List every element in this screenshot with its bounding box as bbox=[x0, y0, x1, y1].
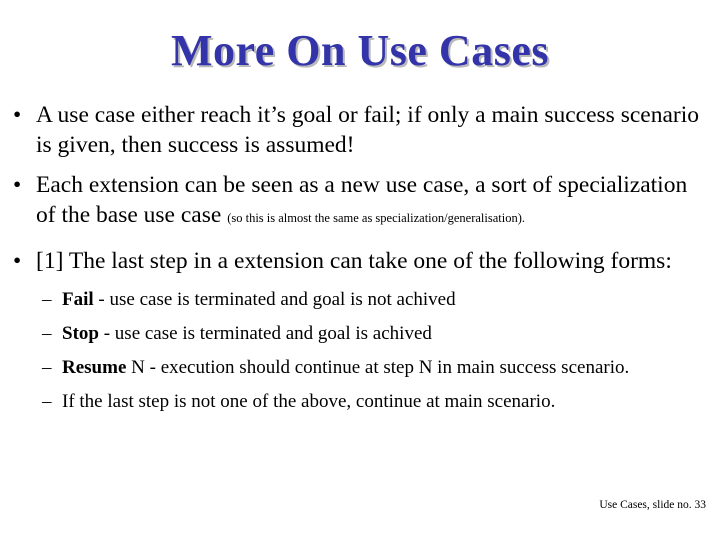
sub-bullet-text: - use case is terminated and goal is ach… bbox=[98, 323, 432, 344]
en-dash-icon: – bbox=[42, 357, 52, 378]
en-dash-icon: – bbox=[42, 323, 52, 344]
slide-title-area: More On Use Cases bbox=[0, 26, 720, 76]
bullet-note-text: (so this is almost the same as specializ… bbox=[227, 211, 526, 225]
sub-bullet-text: If the last step is not one of the above… bbox=[62, 391, 556, 412]
sub-bullet-item: – Stop - use case is terminated and goal… bbox=[0, 322, 720, 346]
sub-bullet-text: N - execution should continue at step N … bbox=[126, 357, 630, 378]
sub-bullet-keyword: Stop bbox=[62, 323, 99, 344]
slide-number-label: Use Cases, slide no. 33 bbox=[599, 499, 706, 511]
bullet-dot-icon: • bbox=[13, 102, 22, 128]
slide-footer: Use Cases, slide no. 33 bbox=[0, 498, 706, 512]
sub-bullet-item: – Resume N - execution should continue a… bbox=[0, 356, 720, 380]
bullet-text: [1] The last step in a extension can tak… bbox=[36, 248, 672, 274]
sub-bullet-keyword: Resume bbox=[62, 357, 127, 378]
sub-bullet-list: – Fail - use case is terminated and goal… bbox=[0, 288, 720, 414]
en-dash-icon: – bbox=[42, 391, 52, 412]
bullet-dot-icon: • bbox=[13, 248, 22, 274]
bullet-item: • Each extension can be seen as a new us… bbox=[0, 170, 720, 230]
page-title: More On Use Cases bbox=[171, 26, 549, 75]
sub-bullet-keyword: Fail bbox=[62, 289, 94, 310]
en-dash-icon: – bbox=[42, 289, 52, 310]
sub-bullet-text: - use case is terminated and goal is not… bbox=[93, 289, 456, 310]
bullet-dot-icon: • bbox=[13, 172, 22, 198]
bullet-item: • [1] The last step in a extension can t… bbox=[0, 246, 720, 276]
sub-bullet-item: – Fail - use case is terminated and goal… bbox=[0, 288, 720, 312]
bullet-text: A use case either reach it’s goal or fai… bbox=[36, 102, 699, 158]
slide-body: • A use case either reach it’s goal or f… bbox=[0, 100, 720, 424]
bullet-item: • A use case either reach it’s goal or f… bbox=[0, 100, 720, 160]
sub-bullet-item: – If the last step is not one of the abo… bbox=[0, 390, 720, 414]
slide-canvas: More On Use Cases • A use case either re… bbox=[0, 0, 720, 540]
